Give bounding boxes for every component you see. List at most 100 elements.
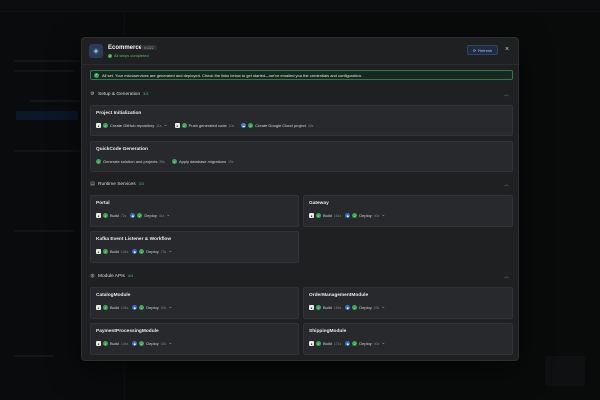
section-title: Runtime Services (98, 181, 136, 187)
deploy-step[interactable]: ◆ ✓ Deploy 43s ⌄ (345, 305, 385, 310)
deploy-label: Deploy (146, 305, 159, 310)
build-step[interactable]: ● ✓ Build 146s (96, 249, 128, 254)
build-step[interactable]: ● ✓ Build 108s (96, 305, 128, 310)
card-quickcode-generation: QuickCode Generation ✓ Generate solution… (90, 141, 513, 172)
cloud-run-icon: ◆ (130, 213, 136, 218)
cloud-run-icon: ◆ (345, 305, 351, 310)
settings-icon: ⚙ (90, 90, 95, 97)
status-line: ✓ All steps completed (108, 53, 149, 58)
check-circle-icon: ✓ (139, 249, 145, 254)
github-icon: ● (96, 213, 101, 218)
project-id-badge: #1322 (141, 45, 157, 50)
check-circle-icon: ✓ (103, 341, 108, 346)
build-deploy-row: ● ✓ Build 146s ◆ ✓ Deploy 73s ⌄ (96, 249, 172, 254)
build-label: Build (323, 213, 332, 218)
check-circle-icon: ✓ (171, 159, 177, 164)
refresh-button[interactable]: ⟳ Refresh (467, 45, 498, 55)
step-create-github[interactable]: ● ✓ Create GitHub repository 11s ⌄ (96, 123, 168, 128)
step-push-code[interactable]: ● ✓ Push generated code 10s (174, 123, 235, 128)
section-runtime-header[interactable]: ▤ Runtime Services 3/3 ︿ (90, 179, 513, 189)
section-title: Setup & Generation (98, 91, 141, 97)
card-payment-processing-module: PaymentProcessingModule ● ✓ Build 146s ◆… (90, 323, 299, 355)
chevron-down-icon[interactable]: ⌄ (163, 123, 167, 128)
success-alert: ✓ All set. Your microservices are genera… (90, 70, 513, 80)
deploy-duration: 43s (160, 341, 167, 346)
step-generate-solution[interactable]: ✓ Generate solution and projects 85s (96, 159, 165, 164)
github-icon: ● (96, 341, 101, 346)
step-create-gcloud[interactable]: ☁ ✓ Create Google Cloud project 40s (241, 123, 313, 128)
check-circle-icon: ✓ (352, 305, 358, 310)
deploy-step[interactable]: ◆ ✓ Deploy 43s ⌄ (132, 341, 172, 346)
section-count: 4/4 (127, 274, 134, 278)
step-duration: 10s (228, 123, 235, 128)
deployment-modal: ◈ Ecommerce #1322 ✓ All steps completed … (81, 37, 519, 361)
deploy-label: Deploy (146, 249, 159, 254)
chevron-down-icon[interactable]: ⌄ (168, 305, 172, 310)
build-duration: 161s (333, 213, 342, 218)
section-title: Module APIs (98, 273, 125, 279)
cloud-run-icon: ◆ (345, 341, 351, 346)
build-duration: 146s (120, 341, 129, 346)
build-step[interactable]: ● ✓ Build 72s (96, 213, 126, 218)
card-portal: Portal ● ✓ Build 72s ◆ ✓ Deploy 41s ⌄ (90, 195, 299, 227)
chevron-up-icon[interactable]: ︿ (504, 91, 509, 98)
section-setup-header[interactable]: ⚙ Setup & Generation 3/3 ︿ (90, 89, 513, 99)
close-icon[interactable]: × (503, 45, 511, 54)
deploy-step[interactable]: ◆ ✓ Deploy 40s ⌄ (345, 341, 385, 346)
step-duration: 15s (228, 159, 234, 164)
check-circle-icon: ✓ (137, 213, 143, 218)
check-circle-icon: ✓ (96, 159, 101, 164)
step-label: Apply database migrations (178, 159, 227, 164)
build-label: Build (110, 341, 119, 346)
build-deploy-row: ● ✓ Build 171s ◆ ✓ Deploy 40s ⌄ (309, 341, 385, 346)
build-step[interactable]: ● ✓ Build 161s (309, 213, 341, 218)
build-step[interactable]: ● ✓ Build 146s (96, 341, 128, 346)
build-duration: 171s (333, 341, 342, 346)
google-cloud-icon: ☁ (241, 123, 247, 128)
step-apply-migrations[interactable]: ✓ Apply database migrations 15s (171, 159, 234, 164)
chevron-down-icon[interactable]: ⌄ (381, 341, 385, 346)
chevron-down-icon[interactable]: ⌄ (166, 213, 170, 218)
card-title: Project Initialization (96, 111, 142, 116)
build-step[interactable]: ● ✓ Build 158s (309, 305, 341, 310)
card-title: Portal (96, 201, 110, 206)
build-deploy-row: ● ✓ Build 161s ◆ ✓ Deploy 40s ⌄ (309, 213, 385, 218)
cloud-run-icon: ◆ (132, 249, 138, 254)
build-label: Build (110, 249, 119, 254)
check-circle-icon: ✓ (103, 213, 108, 218)
check-circle-icon: ✓ (316, 341, 321, 346)
card-kafka-event-listener: Kafka Event Listener & Workflow ● ✓ Buil… (90, 231, 299, 263)
cloud-run-icon: ◆ (132, 341, 138, 346)
check-circle-icon: ✓ (316, 213, 321, 218)
card-catalog-module: CatalogModule ● ✓ Build 108s ◆ ✓ Deploy … (90, 287, 299, 319)
step-duration: 85s (159, 159, 165, 164)
chevron-down-icon[interactable]: ⌄ (381, 213, 385, 218)
deploy-step[interactable]: ◆ ✓ Deploy 40s ⌄ (345, 213, 385, 218)
deploy-label: Deploy (359, 341, 372, 346)
chevron-up-icon[interactable]: ︿ (504, 273, 509, 280)
card-shipping-module: ShippingModule ● ✓ Build 171s ◆ ✓ Deploy… (303, 323, 513, 355)
step-label: Push generated code (188, 123, 227, 128)
card-title: Gateway (309, 201, 329, 206)
check-circle-icon: ✓ (103, 123, 108, 128)
chevron-down-icon[interactable]: ⌄ (168, 341, 172, 346)
deploy-step[interactable]: ◆ ✓ Deploy 41s ⌄ (130, 213, 171, 218)
chevron-down-icon[interactable]: ⌄ (381, 305, 385, 310)
section-module-header[interactable]: ◍ Module APIs 4/4 ︿ (90, 271, 513, 281)
deploy-step[interactable]: ◆ ✓ Deploy 73s ⌄ (132, 249, 172, 254)
build-step[interactable]: ● ✓ Build 171s (309, 341, 341, 346)
chevron-up-icon[interactable]: ︿ (504, 181, 509, 188)
check-circle-icon: ✓ (103, 249, 108, 254)
deploy-label: Deploy (144, 213, 157, 218)
chevron-down-icon[interactable]: ⌄ (168, 249, 172, 254)
check-circle-icon: ✓ (139, 305, 145, 310)
cloud-run-icon: ◆ (132, 305, 138, 310)
check-circle-icon: ✓ (316, 305, 321, 310)
deploy-label: Deploy (359, 305, 372, 310)
github-icon: ● (309, 341, 314, 346)
globe-icon: ◍ (90, 272, 95, 279)
refresh-label: Refresh (478, 47, 493, 53)
build-deploy-row: ● ✓ Build 158s ◆ ✓ Deploy 43s ⌄ (309, 305, 385, 310)
deploy-step[interactable]: ◆ ✓ Deploy 40s ⌄ (132, 305, 172, 310)
card-project-initialization: Project Initialization ● ✓ Create GitHub… (90, 105, 513, 136)
